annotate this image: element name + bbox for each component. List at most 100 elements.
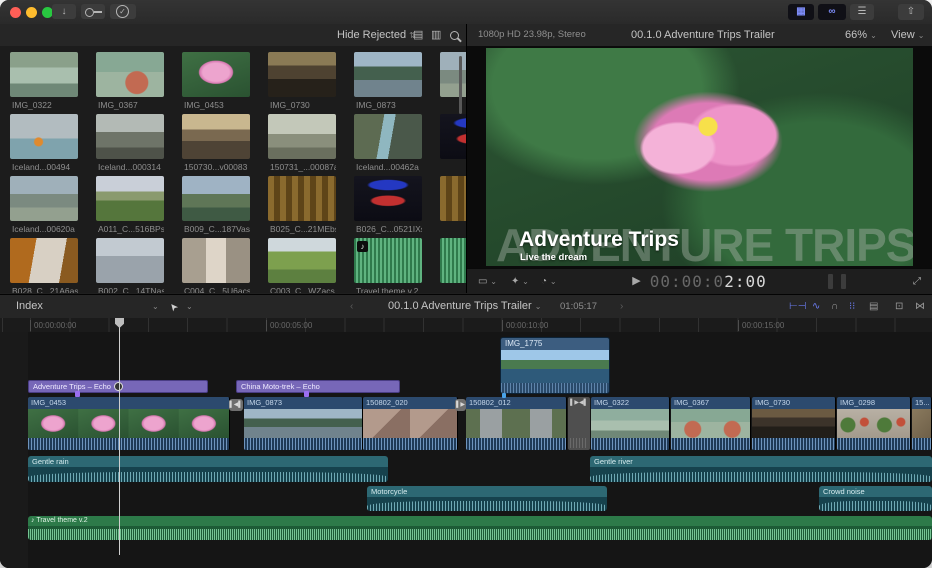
purple-marker-icon[interactable] — [75, 391, 80, 397]
clip-label: 150730...v00083 — [182, 162, 250, 172]
headphones-icon[interactable]: ∩ — [831, 295, 838, 318]
video-clip-img-0367[interactable]: IMG_0367 — [671, 397, 751, 450]
browser-scrollbar[interactable] — [459, 56, 462, 114]
clip-waveform — [28, 438, 229, 450]
browser-clip[interactable]: Iceland...00494 — [10, 114, 78, 172]
browser-clip[interactable]: IMG_0453 — [182, 52, 250, 110]
effects-browser-icon[interactable]: ⊡ — [895, 295, 903, 318]
gap-clip[interactable]: ▌▶◀▌ — [568, 397, 590, 450]
viewer-zoom-dropdown[interactable]: 66% ⌄ — [845, 24, 877, 47]
browser-clip-partial[interactable] — [440, 52, 466, 97]
close-window-button[interactable] — [10, 7, 21, 18]
audio-clip-crowd-noise[interactable]: Crowd noise — [819, 486, 932, 511]
browser-clip[interactable]: IMG_0322 — [10, 52, 78, 110]
browser-clip[interactable]: IMG_0873 — [354, 52, 422, 110]
audio-clip-gentle-rain[interactable]: Gentle rain — [28, 456, 388, 482]
connected-clip-img-1775[interactable]: IMG_1775 — [500, 337, 610, 394]
browser-clip[interactable]: Iceland...00620a — [10, 176, 78, 234]
browser-clip[interactable]: IMG_0730 — [268, 52, 336, 110]
viewer-controls: ▭ ⌄ ✦ ⌄ ◔ ⌄ ▶ 00:00:02:00 ⤢ — [467, 268, 932, 294]
filmstrip-list-view-button[interactable]: ▥ — [431, 24, 441, 46]
browser-clip[interactable]: Iceland...000314 — [96, 114, 164, 172]
hide-rejected-dropdown[interactable]: Hide Rejected ⇅ — [337, 24, 416, 47]
grid-view-button[interactable]: ▦ — [788, 4, 814, 20]
audio-meter-right[interactable] — [841, 274, 846, 289]
previous-project-icon[interactable]: ‹ — [350, 295, 353, 318]
browser-clip[interactable]: Iceland...00462a — [354, 114, 422, 172]
pointer-tool-icon[interactable]: ➤ — [163, 296, 186, 317]
share-button[interactable]: ⇧ — [898, 4, 924, 20]
timeline-project-dropdown[interactable]: 00.1.0 Adventure Trips Trailer ⌄ — [388, 295, 541, 318]
search-icon — [450, 31, 459, 40]
clip-name: 150802_020 — [363, 397, 457, 409]
timeline-ruler[interactable]: 00:00:00:00 00:00:05:00 00:00:10:00 00:0… — [0, 318, 932, 333]
video-clip-partial[interactable]: 15... — [912, 397, 932, 450]
music-clip-travel-theme[interactable]: ♪ Travel theme v.2 — [28, 516, 932, 540]
browser-clip[interactable]: 150730...v00083 — [182, 114, 250, 172]
purple-marker-icon[interactable] — [304, 391, 309, 397]
video-clip-img-0453[interactable]: IMG_0453 — [28, 397, 230, 450]
video-clip-img-0322[interactable]: IMG_0322 — [591, 397, 670, 450]
browser-clip[interactable]: B026_C...0521IXs — [354, 176, 422, 234]
browser-clip-partial[interactable] — [440, 176, 466, 221]
playhead[interactable] — [119, 318, 120, 555]
clip-name: IMG_0367 — [671, 397, 750, 409]
browser-clip[interactable]: C004_C...5U6acs — [182, 238, 250, 293]
browser-clip-partial[interactable] — [440, 114, 466, 159]
view-dropdown[interactable]: View ⌄ — [891, 24, 924, 47]
fullscreen-icon[interactable]: ⤢ — [913, 269, 921, 294]
browser-clip[interactable]: IMG_0367 — [96, 52, 164, 110]
background-tasks-button[interactable]: ✓ — [110, 4, 136, 19]
minimize-window-button[interactable] — [26, 7, 37, 18]
clip-thumbnail — [466, 409, 566, 438]
transition-icon[interactable]: ▌◀▌ — [229, 399, 243, 411]
clip-thumbnail — [912, 409, 931, 438]
browser-clip[interactable]: B025_C...21MEbs — [268, 176, 336, 234]
clip-appearance-timeline-icon[interactable]: ▤ — [869, 295, 878, 318]
play-button[interactable]: ▶ — [632, 269, 640, 294]
clip-thumbnail — [96, 238, 164, 283]
keyword-editor-button[interactable] — [81, 4, 105, 19]
video-canvas[interactable]: ADVENTURE TRIPS Adventure Trips Live the… — [486, 48, 913, 266]
title-clip-china-moto-trek[interactable]: China Moto-trek – Echo — [236, 380, 400, 393]
browser-clip[interactable]: A011_C...516BPs — [96, 176, 164, 234]
import-media-button[interactable]: ↓ — [52, 4, 76, 19]
clip-label: B025_C...21MEbs — [268, 224, 336, 234]
clip-name: IMG_0453 — [28, 397, 229, 409]
clip-thumbnail — [354, 52, 422, 97]
audio-clip-gentle-river[interactable]: Gentle river — [590, 456, 932, 482]
next-project-icon[interactable]: › — [620, 295, 623, 318]
snapping-icon[interactable]: ⁝⁝ — [849, 295, 855, 318]
trim-icon[interactable]: ⊢⊣ — [789, 295, 806, 318]
audio-clip-motorcycle[interactable]: Motorcycle — [367, 486, 607, 511]
clip-waveform — [837, 438, 910, 450]
video-clip-img-0730[interactable]: IMG_0730 — [752, 397, 836, 450]
clip-waveform — [363, 438, 457, 450]
browser-clip[interactable]: 150731_...00087a — [268, 114, 336, 172]
browser-clip[interactable]: C003_C...WZacs — [268, 238, 336, 293]
browser-clip[interactable]: ♪Travel theme v.2 — [354, 238, 422, 293]
transition-icon[interactable]: ▌▶ — [455, 399, 466, 411]
browser-clip-partial[interactable] — [440, 238, 466, 283]
video-clip-img-0873[interactable]: IMG_0873 — [244, 397, 363, 450]
tools-dropdown-chevron-icon[interactable]: ⌄ — [186, 295, 193, 318]
video-clip-img-0298[interactable]: IMG_0298 — [837, 397, 911, 450]
music-note-icon: ♪ — [357, 241, 368, 252]
browser-clip[interactable]: B028_C...21A6as — [10, 238, 78, 293]
browser-clip[interactable]: B009_C...187Vas — [182, 176, 250, 234]
audio-meter-left[interactable] — [828, 274, 833, 289]
index-button[interactable]: Index — [16, 295, 43, 318]
clip-appearance-button[interactable]: ▤ — [413, 24, 423, 46]
browser-clip[interactable]: B002_C...14TNas — [96, 238, 164, 293]
blue-marker-icon[interactable] — [502, 393, 506, 398]
video-clip-150802-012[interactable]: 150802_012 — [466, 397, 567, 450]
edit-options-chevron-icon[interactable]: ⌄ — [152, 295, 159, 318]
search-button[interactable] — [450, 31, 459, 40]
goggles-button[interactable]: ∞ — [818, 4, 846, 20]
adjustments-button[interactable]: ☰ — [850, 4, 874, 20]
clip-label: Iceland...00620a — [10, 224, 78, 234]
video-clip-150802-020[interactable]: 150802_020 — [363, 397, 458, 450]
audio-skimming-icon[interactable]: ∿ — [812, 295, 820, 318]
clip-waveform — [28, 472, 388, 483]
transitions-browser-icon[interactable]: ⋈ — [915, 295, 925, 318]
